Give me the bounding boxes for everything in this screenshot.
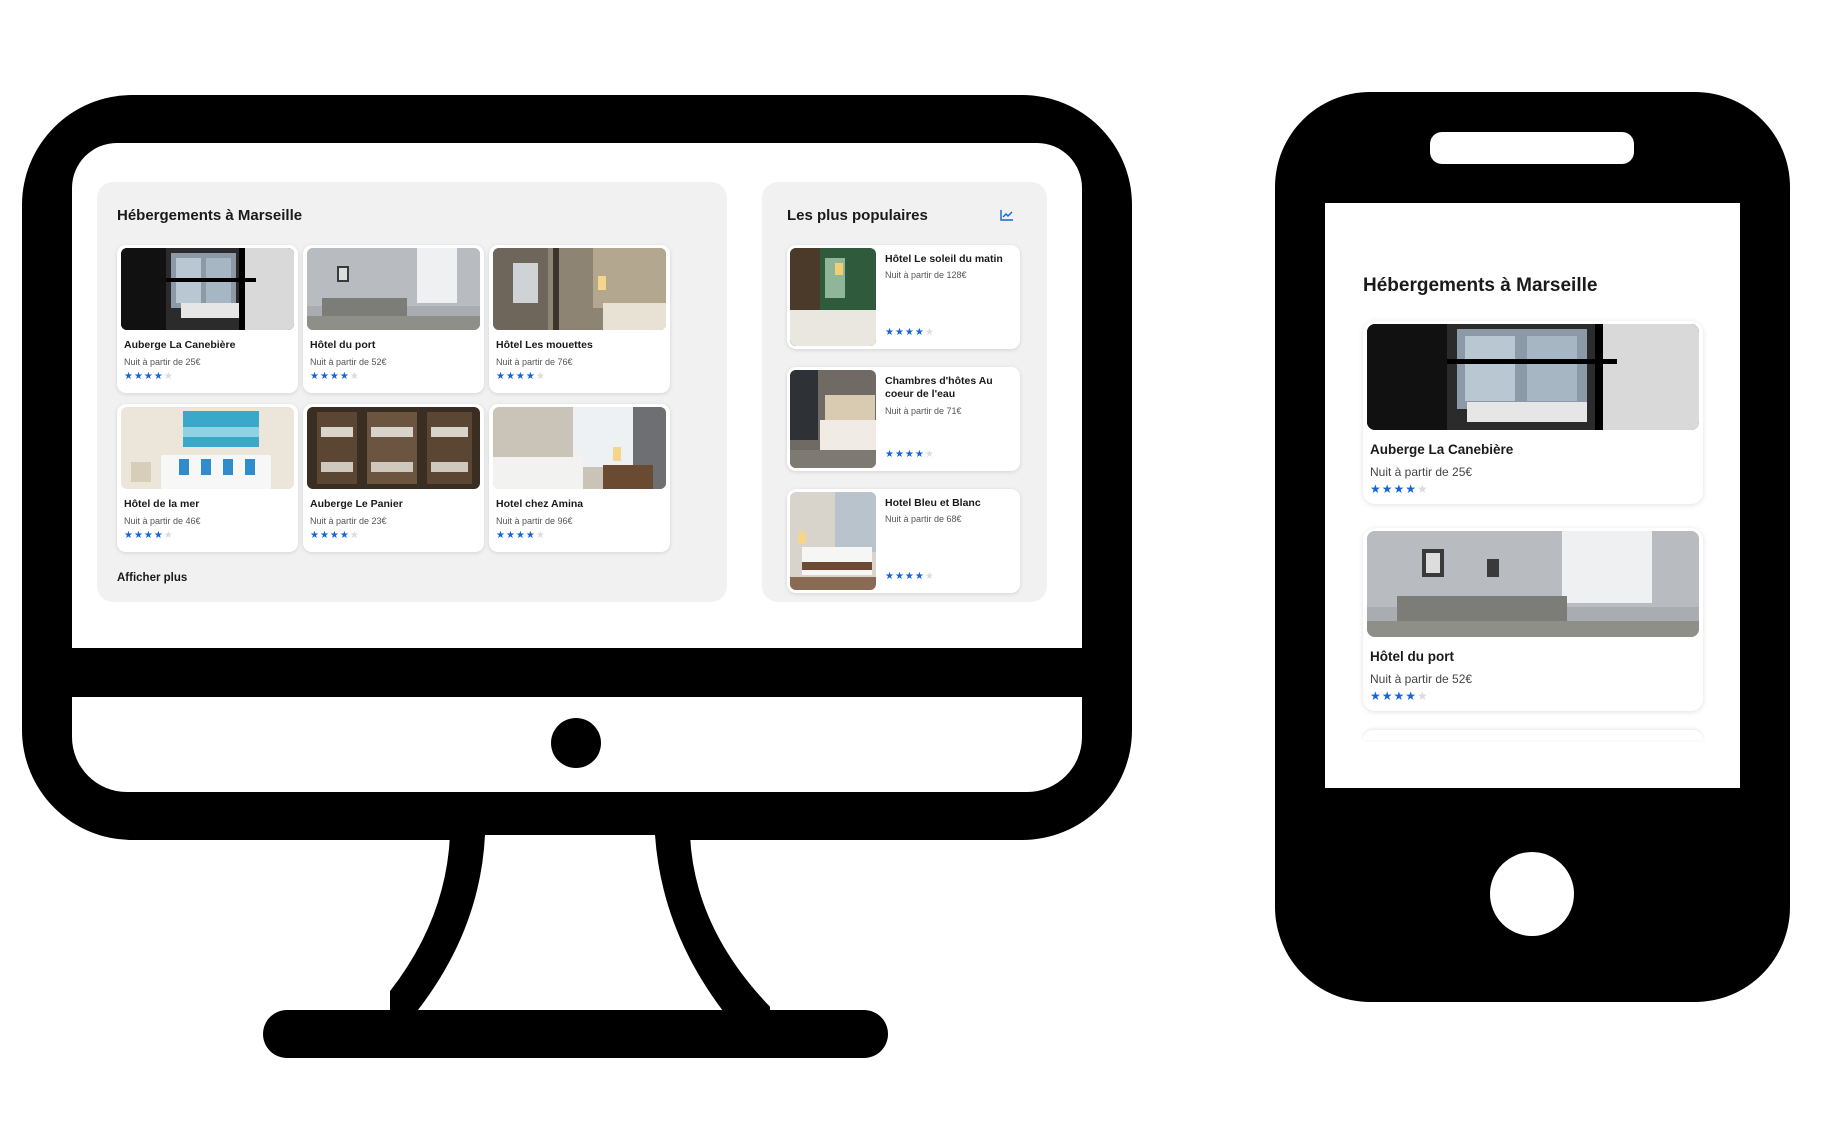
popular-name: Hôtel Le soleil du matin xyxy=(885,253,1003,265)
empty-star: ★ xyxy=(163,371,174,382)
filled-stars: ★★★★ xyxy=(124,371,164,382)
accommodation-card[interactable]: Auberge La Canebière Nuit à partir de 25… xyxy=(1363,321,1703,504)
card-name: Auberge La Canebière xyxy=(1370,442,1514,457)
filled-stars: ★★★★ xyxy=(496,371,536,382)
empty-star: ★ xyxy=(349,530,360,541)
card-price: Nuit à partir de 25€ xyxy=(124,357,201,367)
card-price: Nuit à partir de 52€ xyxy=(310,357,387,367)
filled-stars: ★★★★ xyxy=(124,530,164,541)
card-price: Nuit à partir de 52€ xyxy=(1370,672,1473,686)
card-name: Auberge Le Panier xyxy=(310,498,403,510)
hotel-room-photo xyxy=(790,248,876,346)
accommodation-card[interactable]: Hôtel du port Nuit à partir de 52€ ★★★★★ xyxy=(1363,528,1703,711)
monitor-stand xyxy=(390,835,770,1035)
next-card-peek xyxy=(1363,730,1703,740)
phone-home-button xyxy=(1490,852,1574,936)
popular-card[interactable]: Hôtel Le soleil du matin Nuit à partir d… xyxy=(787,245,1020,349)
hostel-dorm-photo xyxy=(307,407,480,489)
hotel-room-photo xyxy=(121,407,294,489)
desktop-screen: Hébergements à Marseille Auberge La Cane… xyxy=(72,143,1082,648)
phone-speaker xyxy=(1430,132,1634,164)
accommodation-card[interactable]: Hotel chez Amina Nuit à partir de 96€ ★★… xyxy=(489,404,670,552)
hostel-room-photo xyxy=(121,248,294,330)
filled-stars: ★★★★ xyxy=(310,530,350,541)
filled-stars: ★★★★ xyxy=(496,530,536,541)
star-rating: ★★★★★ xyxy=(496,371,546,382)
card-name: Hôtel de la mer xyxy=(124,498,200,510)
star-rating: ★★★★★ xyxy=(1370,689,1429,703)
star-rating: ★★★★★ xyxy=(885,449,935,460)
chart-line-icon[interactable] xyxy=(1000,208,1014,226)
empty-star: ★ xyxy=(163,530,174,541)
popular-price: Nuit à partir de 68€ xyxy=(885,514,962,524)
empty-star: ★ xyxy=(535,371,546,382)
empty-star: ★ xyxy=(349,371,360,382)
popular-card[interactable]: Chambres d'hôtes Au coeur de l'eau Nuit … xyxy=(787,367,1020,471)
star-rating: ★★★★★ xyxy=(310,530,360,541)
star-rating: ★★★★★ xyxy=(496,530,546,541)
card-price: Nuit à partir de 96€ xyxy=(496,516,573,526)
mobile-screen: Hébergements à Marseille Auberge La Cane… xyxy=(1325,203,1740,788)
popular-price: Nuit à partir de 71€ xyxy=(885,406,962,416)
empty-star: ★ xyxy=(924,571,935,582)
empty-star: ★ xyxy=(1417,689,1429,703)
card-price: Nuit à partir de 76€ xyxy=(496,357,573,367)
popular-title: Les plus populaires xyxy=(787,207,928,224)
card-price: Nuit à partir de 46€ xyxy=(124,516,201,526)
filled-stars: ★★★★ xyxy=(310,371,350,382)
hotel-room-photo xyxy=(307,248,480,330)
hotel-room-photo xyxy=(790,492,876,590)
popular-name: Chambres d'hôtes Au coeur de l'eau xyxy=(885,375,993,400)
accommodation-card[interactable]: Hôtel Les mouettes Nuit à partir de 76€ … xyxy=(489,245,670,393)
mobile-title: Hébergements à Marseille xyxy=(1363,275,1598,296)
star-rating: ★★★★★ xyxy=(124,530,174,541)
card-name: Hôtel du port xyxy=(1370,649,1454,664)
card-name: Auberge La Canebière xyxy=(124,339,236,351)
monitor-base xyxy=(263,1010,888,1058)
guesthouse-room-photo xyxy=(790,370,876,468)
filled-stars: ★★★★ xyxy=(1370,689,1418,703)
star-rating: ★★★★★ xyxy=(1370,482,1429,496)
filled-stars: ★★★★ xyxy=(885,449,925,460)
filled-stars: ★★★★ xyxy=(1370,482,1418,496)
hotel-room-photo xyxy=(1367,531,1699,637)
empty-star: ★ xyxy=(924,449,935,460)
accommodations-panel: Hébergements à Marseille Auberge La Cane… xyxy=(97,182,727,602)
filled-stars: ★★★★ xyxy=(885,571,925,582)
accommodation-card[interactable]: Auberge Le Panier Nuit à partir de 23€ ★… xyxy=(303,404,484,552)
star-rating: ★★★★★ xyxy=(885,571,935,582)
popular-name: Hotel Bleu et Blanc xyxy=(885,497,981,509)
hotel-room-photo xyxy=(493,407,666,489)
accommodation-card[interactable]: Auberge La Canebière Nuit à partir de 25… xyxy=(117,245,298,393)
empty-star: ★ xyxy=(1417,482,1429,496)
card-name: Hotel chez Amina xyxy=(496,498,584,510)
card-name: Hôtel Les mouettes xyxy=(496,339,593,351)
card-price: Nuit à partir de 25€ xyxy=(1370,465,1473,479)
star-rating: ★★★★★ xyxy=(310,371,360,382)
popular-card[interactable]: Hotel Bleu et Blanc Nuit à partir de 68€… xyxy=(787,489,1020,593)
popular-panel: Les plus populaires Hôtel Le soleil du m… xyxy=(762,182,1047,602)
card-price: Nuit à partir de 23€ xyxy=(310,516,387,526)
empty-star: ★ xyxy=(924,327,935,338)
popular-price: Nuit à partir de 128€ xyxy=(885,270,967,280)
monitor-logo-dot xyxy=(551,718,601,768)
show-more-link[interactable]: Afficher plus xyxy=(117,572,187,584)
star-rating: ★★★★★ xyxy=(124,371,174,382)
accommodation-card[interactable]: Hôtel de la mer Nuit à partir de 46€ ★★★… xyxy=(117,404,298,552)
panel-title: Hébergements à Marseille xyxy=(117,207,303,224)
card-name: Hôtel du port xyxy=(310,339,376,351)
empty-star: ★ xyxy=(535,530,546,541)
accommodation-card[interactable]: Hôtel du port Nuit à partir de 52€ ★★★★★ xyxy=(303,245,484,393)
hotel-room-photo xyxy=(493,248,666,330)
hostel-room-photo xyxy=(1367,324,1699,430)
star-rating: ★★★★★ xyxy=(885,327,935,338)
filled-stars: ★★★★ xyxy=(885,327,925,338)
